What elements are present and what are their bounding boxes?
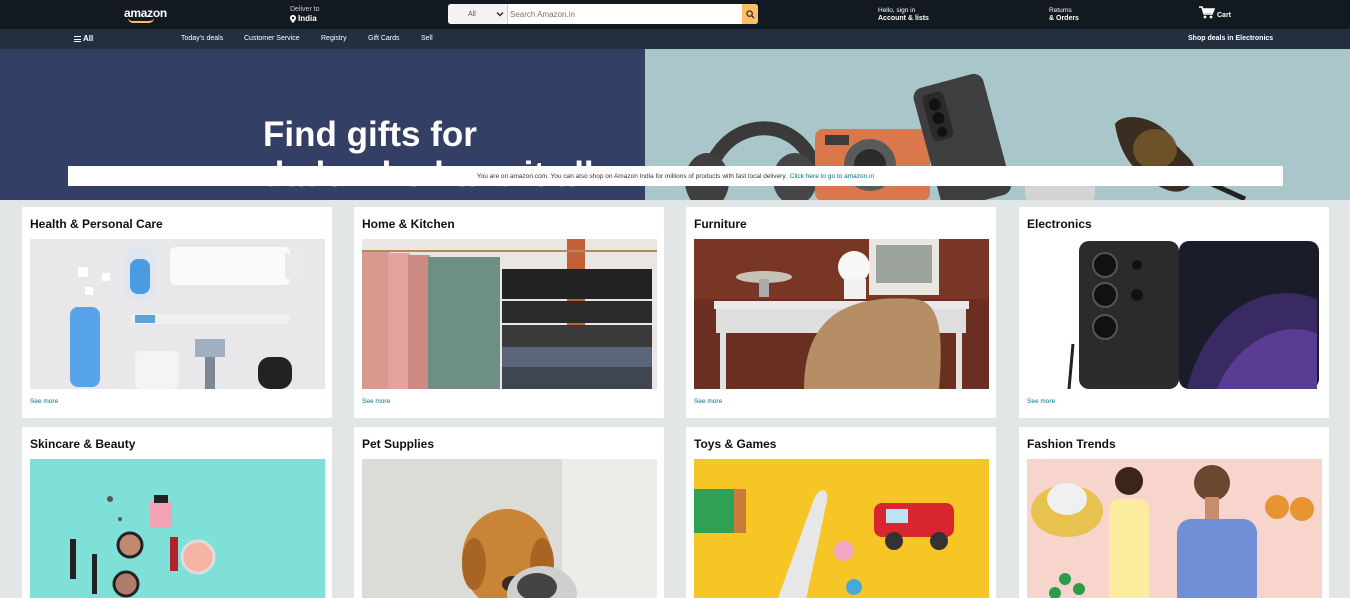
card-title: Toys & Games (694, 437, 777, 451)
chevron-down-icon (496, 11, 504, 17)
card-image-pet-supplies[interactable] (362, 459, 657, 598)
card-title: Home & Kitchen (362, 217, 455, 231)
card-image-toys-games[interactable] (694, 459, 989, 598)
nav-link-gift-cards[interactable]: Gift Cards (368, 35, 400, 42)
card-image-furniture[interactable] (694, 239, 989, 389)
card-image-health[interactable] (30, 239, 325, 389)
search-button[interactable] (742, 4, 758, 24)
search-category-select[interactable]: All (448, 4, 508, 24)
search-input[interactable] (508, 4, 742, 24)
category-card-skincare[interactable]: Skincare & Beauty (22, 427, 332, 598)
card-image-electronics[interactable] (1027, 239, 1322, 389)
nav-promo-electronics[interactable]: Shop deals in Electronics (1188, 35, 1273, 42)
category-card-electronics[interactable]: Electronics See more (1019, 207, 1329, 418)
category-card-pet-supplies[interactable]: Pet Supplies (354, 427, 664, 598)
all-menu-label: All (83, 34, 94, 43)
search-bar: All (448, 4, 758, 24)
account-menu[interactable]: Hello, sign in Account & lists (878, 7, 929, 23)
locale-notice-text: You are on amazon.com. You can also shop… (476, 172, 787, 180)
hamburger-icon (74, 35, 81, 42)
locale-notice: You are on amazon.com. You can also shop… (68, 166, 1283, 186)
secondary-navbar: All Today's deals Customer Service Regis… (0, 29, 1350, 49)
category-card-home-kitchen[interactable]: Home & Kitchen See more (354, 207, 664, 418)
category-card-health[interactable]: Health & Personal Care See more (22, 207, 332, 418)
card-image-fashion[interactable] (1027, 459, 1322, 598)
category-card-fashion[interactable]: Fashion Trends (1019, 427, 1329, 598)
category-card-toys-games[interactable]: Toys & Games (686, 427, 996, 598)
see-more-link[interactable]: See more (30, 398, 58, 405)
nav-link-registry[interactable]: Registry (321, 35, 347, 42)
account-lists-label: Account & lists (878, 15, 929, 22)
locale-notice-link[interactable]: Click here to go to amazon.in (790, 173, 874, 180)
hero-title-line1: Find gifts for (263, 115, 477, 154)
all-menu-button[interactable]: All (74, 34, 93, 43)
card-title: Health & Personal Care (30, 217, 163, 231)
returns-label: Returns (1049, 7, 1072, 14)
deliver-to[interactable]: Deliver to India (290, 5, 320, 23)
category-card-furniture[interactable]: Furniture See more (686, 207, 996, 418)
card-title: Furniture (694, 217, 747, 231)
returns-orders[interactable]: Returns & Orders (1049, 7, 1079, 23)
card-image-skincare[interactable] (30, 459, 325, 598)
cart-button[interactable]: Cart (1199, 6, 1231, 19)
card-image-home-kitchen[interactable] (362, 239, 657, 389)
nav-link-customer-service[interactable]: Customer Service (244, 35, 300, 42)
search-category-label: All (468, 10, 476, 18)
card-title: Skincare & Beauty (30, 437, 136, 451)
cart-icon (1199, 6, 1215, 19)
card-title: Electronics (1027, 217, 1092, 231)
search-icon (745, 9, 755, 19)
amazon-logo-smile (128, 18, 154, 23)
orders-label: & Orders (1049, 15, 1079, 22)
see-more-link[interactable]: See more (362, 398, 390, 405)
account-greeting: Hello, sign in (878, 7, 916, 14)
see-more-link[interactable]: See more (694, 398, 722, 405)
location-pin-icon (290, 14, 296, 23)
card-title: Pet Supplies (362, 437, 435, 451)
deliver-location: India (298, 14, 317, 23)
deliver-label: Deliver to (290, 6, 320, 13)
nav-link-sell[interactable]: Sell (421, 35, 433, 42)
nav-link-todays-deals[interactable]: Today's deals (181, 35, 223, 42)
see-more-link[interactable]: See more (1027, 398, 1055, 405)
cart-label: Cart (1217, 12, 1232, 19)
top-navbar: amazon Deliver to India All Hello, sign … (0, 0, 1350, 29)
card-title: Fashion Trends (1027, 437, 1116, 451)
